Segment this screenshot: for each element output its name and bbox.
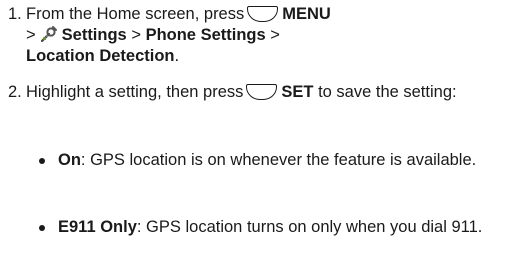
step-1-end: . xyxy=(174,47,180,65)
menu-key-label: MENU xyxy=(282,5,331,23)
step-2-outro: to save the setting: xyxy=(318,83,457,101)
settings-icon xyxy=(40,25,58,43)
option-term: On xyxy=(58,151,81,169)
soft-key-icon xyxy=(246,84,278,100)
location-detection-label: Location Detection xyxy=(26,47,175,65)
separator: > xyxy=(131,26,141,44)
option-desc: : GPS location is on whenever the featur… xyxy=(80,151,477,169)
step-2-text: Highlight a setting, then press SET to sa… xyxy=(26,82,509,103)
step-1-intro: From the Home screen, press xyxy=(26,5,245,23)
bullet-icon xyxy=(39,158,45,164)
settings-label: Settings xyxy=(61,26,127,44)
separator: > xyxy=(270,26,280,44)
option-text: E911 Only: GPS location turns on only wh… xyxy=(58,217,509,238)
separator: > xyxy=(26,26,36,44)
option-text: On: GPS location is on whenever the feat… xyxy=(58,150,509,171)
bullet-icon xyxy=(39,225,45,231)
phone-settings-label: Phone Settings xyxy=(145,26,266,44)
option-term: E911 Only xyxy=(58,218,137,236)
step-number: 2. xyxy=(8,83,22,101)
option-desc: : GPS location turns on only when you di… xyxy=(136,218,483,236)
step-1-text: From the Home screen, press MENU > Settin… xyxy=(26,4,509,67)
set-key-label: SET xyxy=(281,83,314,101)
step-number: 1. xyxy=(8,5,22,23)
soft-key-icon xyxy=(247,6,279,22)
step-2-intro: Highlight a setting, then press xyxy=(26,83,244,101)
